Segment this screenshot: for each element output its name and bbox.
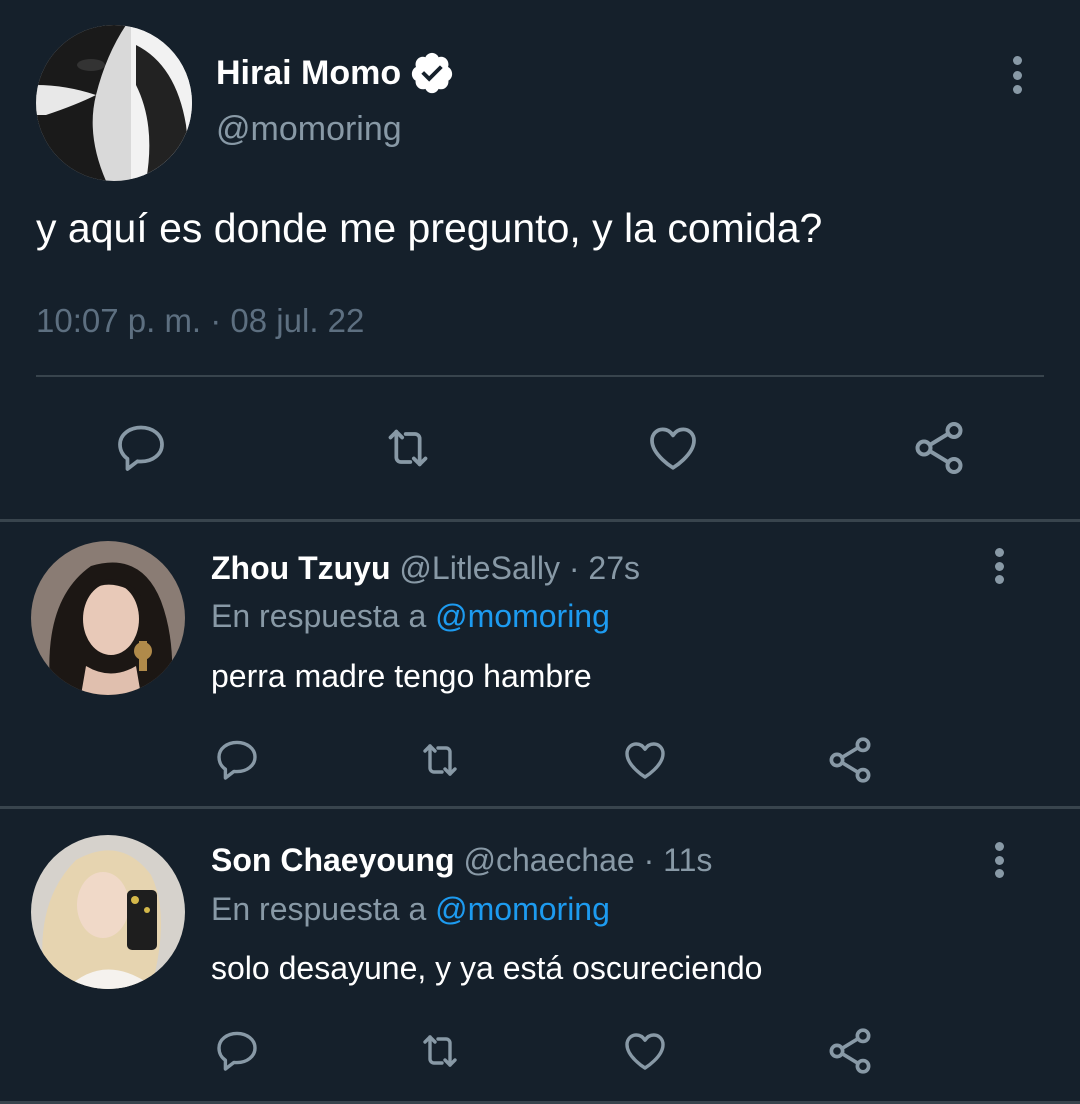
like-button[interactable] <box>644 420 702 476</box>
divider <box>36 375 1044 377</box>
avatar[interactable] <box>31 541 185 695</box>
reply-author-handle[interactable]: @LitleSally <box>399 550 560 586</box>
main-tweet: Hirai Momo @momoring y aquí es donde me … <box>0 0 1080 520</box>
like-button[interactable] <box>620 1027 670 1075</box>
heart-icon <box>625 1033 665 1070</box>
reply-prefix: En respuesta a <box>211 891 427 927</box>
vertical-ellipsis-dot <box>1012 70 1022 80</box>
retweet-button[interactable] <box>375 420 441 476</box>
reply-header: Son Chaeyoung @chaechae · 11s <box>211 842 712 879</box>
mention-link[interactable]: @momoring <box>435 598 610 634</box>
vertical-ellipsis-icon <box>994 548 1004 557</box>
speech-bubble-icon <box>118 425 164 471</box>
retweet-button[interactable] <box>412 1027 468 1075</box>
reply-button[interactable] <box>212 736 262 784</box>
share-nodes-icon <box>829 1028 871 1074</box>
vertical-ellipsis-dot <box>994 869 1004 878</box>
share-button[interactable] <box>824 734 876 786</box>
retweet-icon <box>423 1035 457 1067</box>
retweet-button[interactable] <box>412 736 468 784</box>
retweet-icon <box>423 744 457 776</box>
like-button[interactable] <box>620 736 670 784</box>
reply-tweet[interactable]: Son Chaeyoung @chaechae · 11s En respues… <box>0 809 1080 1101</box>
reply-context: En respuesta a @momoring <box>211 891 610 928</box>
reply-author-name[interactable]: Son Chaeyoung <box>211 842 455 878</box>
reply-author-name[interactable]: Zhou Tzuyu <box>211 550 391 586</box>
vertical-ellipsis-icon <box>1012 56 1022 65</box>
reply-button[interactable] <box>212 1027 262 1075</box>
vertical-ellipsis-dot <box>994 855 1004 865</box>
avatar[interactable] <box>31 835 185 989</box>
reply-age: · 11s <box>643 842 713 878</box>
author-handle[interactable]: @momoring <box>216 110 402 149</box>
speech-bubble-icon <box>217 1031 257 1071</box>
retweet-icon <box>388 429 428 467</box>
more-options-button[interactable] <box>1005 56 1029 94</box>
share-nodes-icon <box>915 422 963 474</box>
share-button[interactable] <box>824 1025 876 1077</box>
mention-link[interactable]: @momoring <box>435 891 610 927</box>
vertical-ellipsis-dot <box>1012 85 1022 94</box>
reply-author-handle[interactable]: @chaechae <box>463 842 634 878</box>
more-options-button[interactable] <box>987 842 1011 878</box>
reply-tweet[interactable]: Zhou Tzuyu @LitleSally · 27s En respuest… <box>0 522 1080 806</box>
reply-header: Zhou Tzuyu @LitleSally · 27s <box>211 550 640 587</box>
more-options-button[interactable] <box>987 548 1011 584</box>
avatar[interactable] <box>36 25 192 181</box>
heart-icon <box>650 427 696 470</box>
vertical-ellipsis-dot <box>994 575 1004 584</box>
reply-text: solo desayune, y ya está oscureciendo <box>211 950 763 986</box>
reply-age: · 27s <box>568 550 640 586</box>
share-button[interactable] <box>909 418 969 478</box>
author-name[interactable]: Hirai Momo <box>216 54 401 93</box>
share-nodes-icon <box>829 737 871 783</box>
vertical-ellipsis-icon <box>994 842 1004 851</box>
tweet-timestamp[interactable]: 10:07 p. m. · 08 jul. 22 <box>36 302 364 340</box>
vertical-ellipsis-dot <box>994 561 1004 571</box>
tweet-text: y aquí es donde me pregunto, y la comida… <box>36 205 823 251</box>
verified-badge-icon <box>409 50 455 96</box>
reply-prefix: En respuesta a <box>211 598 427 634</box>
reply-text: perra madre tengo hambre <box>211 658 592 694</box>
reply-button[interactable] <box>112 420 170 476</box>
reply-context: En respuesta a @momoring <box>211 598 610 635</box>
heart-icon <box>625 742 665 779</box>
speech-bubble-icon <box>217 740 257 780</box>
author-name-row[interactable]: Hirai Momo <box>216 50 455 96</box>
